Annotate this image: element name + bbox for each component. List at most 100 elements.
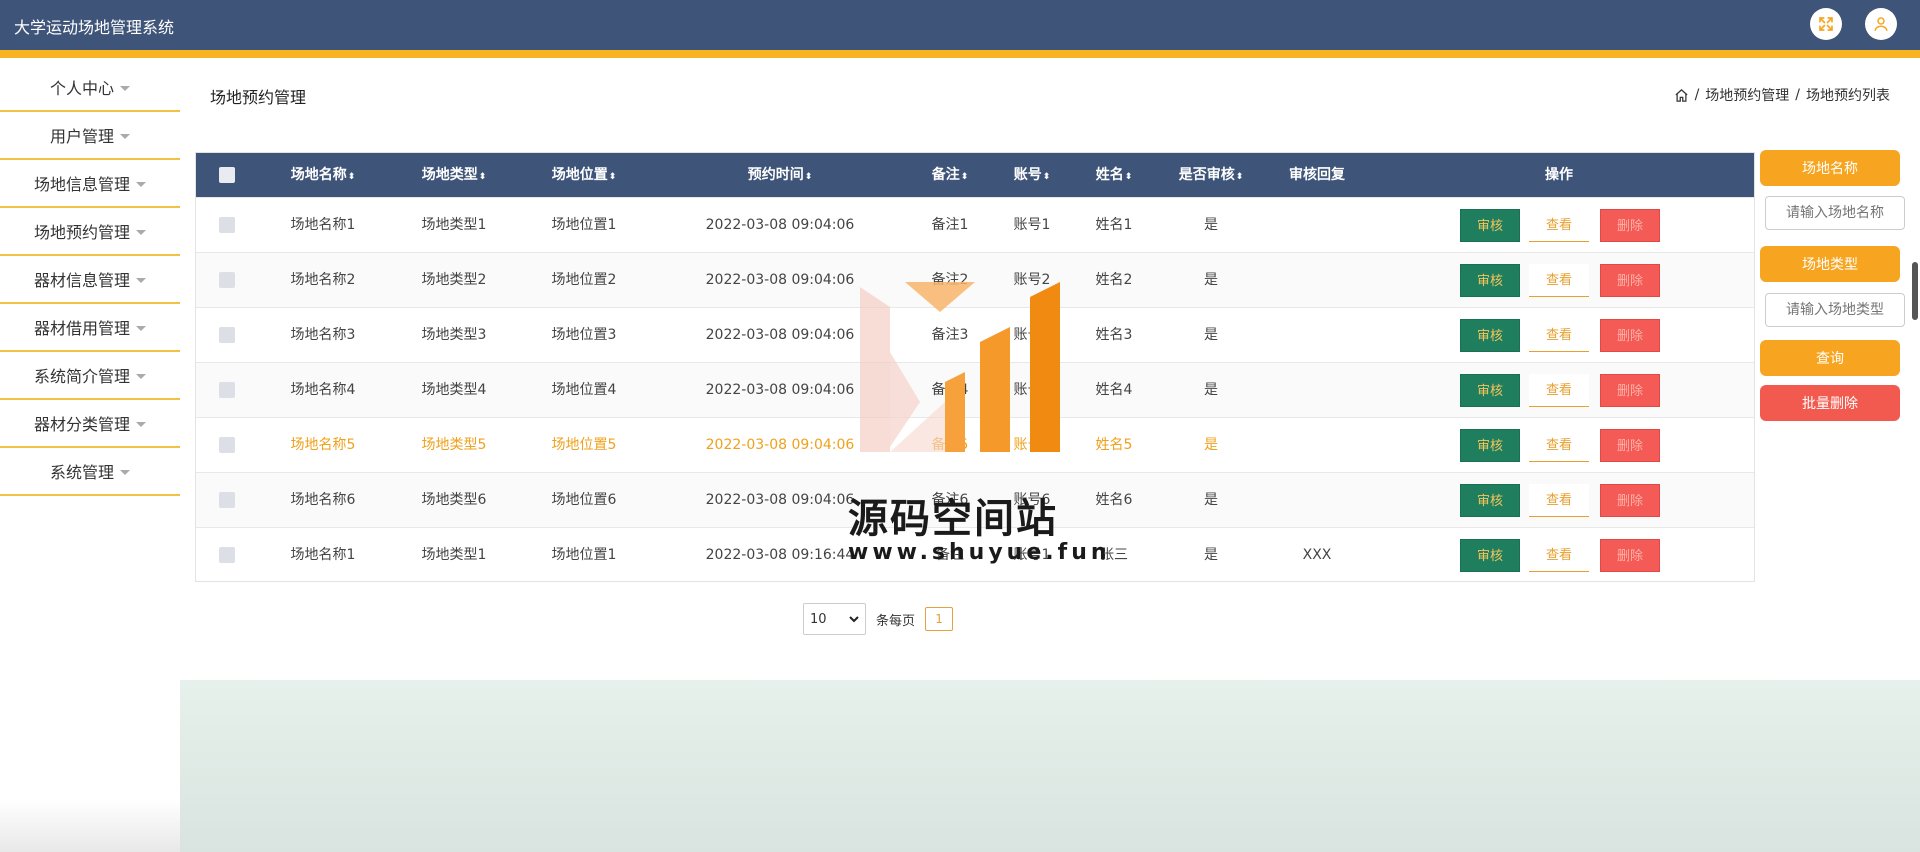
cell-venue-type: 场地类型2 [421, 272, 487, 288]
page-size-select[interactable]: 10 [803, 603, 866, 635]
chevron-down-icon [849, 616, 859, 623]
breadcrumb-separator: / [1795, 87, 1800, 103]
content-bottom-area [180, 680, 1920, 852]
audit-button[interactable]: 审核 [1460, 209, 1520, 242]
column-header-venue-type[interactable]: 场地类型⬍ [422, 153, 487, 197]
sidebar-item-system-intro[interactable]: 系统简介管理 [0, 352, 180, 400]
cell-venue-name: 场地名称2 [290, 272, 356, 288]
sidebar-item-personal-center[interactable]: 个人中心 [0, 64, 180, 112]
delete-button[interactable]: 删除 [1600, 539, 1660, 572]
page-title: 场地预约管理 [210, 88, 307, 107]
sidebar-item-equipment-borrow[interactable]: 器材借用管理 [0, 304, 180, 352]
sidebar-item-venue-booking[interactable]: 场地预约管理 [0, 208, 180, 256]
delete-button[interactable]: 删除 [1600, 374, 1660, 407]
row-checkbox[interactable] [219, 437, 235, 453]
scrollbar-thumb[interactable] [1912, 262, 1918, 320]
cell-booking-time: 2022-03-08 09:04:06 [705, 327, 855, 343]
delete-button[interactable]: 删除 [1600, 429, 1660, 462]
cell-booking-time: 2022-03-08 09:04:06 [705, 492, 855, 508]
audit-button[interactable]: 审核 [1460, 374, 1520, 407]
column-header-audited[interactable]: 是否审核⬍ [1179, 153, 1244, 197]
batch-delete-button[interactable]: 批量删除 [1760, 385, 1900, 421]
cell-venue-location: 场地位置6 [551, 492, 617, 508]
cell-venue-type: 场地类型5 [421, 437, 487, 453]
cell-audit-reply: XXX [1302, 547, 1332, 563]
breadcrumb-item-list: 场地预约列表 [1806, 88, 1890, 104]
cell-venue-name: 场地名称6 [290, 492, 356, 508]
cell-audited: 是 [1204, 382, 1218, 398]
view-button[interactable]: 查看 [1529, 539, 1589, 572]
delete-button[interactable]: 删除 [1600, 209, 1660, 242]
watermark-text: 源码空间站 [848, 496, 1058, 542]
view-button[interactable]: 查看 [1529, 264, 1589, 297]
breadcrumb-item-booking[interactable]: 场地预约管理 [1705, 85, 1789, 105]
cell-audited: 是 [1204, 217, 1218, 233]
home-icon[interactable] [1674, 88, 1689, 103]
cell-booking-time: 2022-03-08 09:04:06 [705, 437, 855, 453]
column-header-venue-location[interactable]: 场地位置⬍ [552, 153, 617, 197]
cell-venue-location: 场地位置5 [551, 437, 617, 453]
audit-button[interactable]: 审核 [1460, 429, 1520, 462]
sidebar-item-system-management[interactable]: 系统管理 [0, 448, 180, 496]
sidebar: 个人中心 用户管理 场地信息管理 场地预约管理 器材信息管理 器材借用管理 系统… [0, 64, 180, 496]
query-button[interactable]: 查询 [1760, 340, 1900, 376]
column-header-audit-reply: 审核回复 [1289, 167, 1345, 183]
audit-button[interactable]: 审核 [1460, 484, 1520, 517]
cell-venue-type: 场地类型1 [421, 547, 487, 563]
delete-button[interactable]: 删除 [1600, 484, 1660, 517]
view-button[interactable]: 查看 [1529, 429, 1589, 462]
sort-icon: ⬍ [1235, 172, 1244, 182]
cell-name: 姓名4 [1095, 382, 1133, 398]
caret-down-icon [136, 181, 146, 187]
caret-down-icon [136, 421, 146, 427]
cell-name: 姓名6 [1095, 492, 1133, 508]
delete-button[interactable]: 删除 [1600, 264, 1660, 297]
sort-icon: ⬍ [960, 172, 969, 182]
fullscreen-button[interactable] [1810, 8, 1842, 40]
row-checkbox[interactable] [219, 217, 235, 233]
sidebar-item-user-management[interactable]: 用户管理 [0, 112, 180, 160]
view-button[interactable]: 查看 [1529, 484, 1589, 517]
row-checkbox[interactable] [219, 492, 235, 508]
audit-button[interactable]: 审核 [1460, 539, 1520, 572]
row-checkbox[interactable] [219, 382, 235, 398]
column-header-account[interactable]: 账号⬍ [1014, 153, 1051, 197]
audit-button[interactable]: 审核 [1460, 319, 1520, 352]
sort-icon: ⬍ [478, 172, 487, 182]
venue-name-input[interactable] [1765, 196, 1905, 230]
user-icon [1874, 17, 1888, 31]
column-header-venue-name[interactable]: 场地名称⬍ [291, 153, 356, 197]
view-button[interactable]: 查看 [1529, 319, 1589, 352]
venue-type-label: 场地类型 [1760, 246, 1900, 282]
cell-remark: 备注1 [931, 217, 969, 233]
cell-venue-type: 场地类型1 [421, 217, 487, 233]
user-menu-button[interactable] [1865, 8, 1897, 40]
cell-venue-type: 场地类型6 [421, 492, 487, 508]
header-accent-stripe [0, 50, 1920, 58]
sidebar-item-equipment-info[interactable]: 器材信息管理 [0, 256, 180, 304]
column-header-name[interactable]: 姓名⬍ [1096, 153, 1133, 197]
cell-audited: 是 [1204, 492, 1218, 508]
delete-button[interactable]: 删除 [1600, 319, 1660, 352]
column-header-booking-time[interactable]: 预约时间⬍ [748, 153, 813, 197]
view-button[interactable]: 查看 [1529, 209, 1589, 242]
sidebar-item-equipment-category[interactable]: 器材分类管理 [0, 400, 180, 448]
cell-account: 账号1 [1013, 217, 1051, 233]
venue-type-input[interactable] [1765, 293, 1905, 327]
cell-venue-name: 场地名称5 [290, 437, 356, 453]
row-checkbox[interactable] [219, 547, 235, 563]
sidebar-item-venue-info[interactable]: 场地信息管理 [0, 160, 180, 208]
cell-venue-location: 场地位置1 [551, 547, 617, 563]
select-all-checkbox[interactable] [219, 167, 235, 183]
cell-venue-name: 场地名称1 [290, 547, 356, 563]
audit-button[interactable]: 审核 [1460, 264, 1520, 297]
column-header-remark[interactable]: 备注⬍ [932, 153, 969, 197]
view-button[interactable]: 查看 [1529, 374, 1589, 407]
watermark-url: www.shuyue.fun [848, 540, 1111, 565]
row-checkbox[interactable] [219, 327, 235, 343]
breadcrumb-separator: / [1694, 87, 1700, 103]
page-number-button[interactable]: 1 [925, 607, 954, 631]
caret-down-icon [120, 133, 130, 139]
table-row[interactable]: 场地名称1 场地类型1 场地位置1 2022-03-08 09:04:06 备注1 账号1… [196, 197, 1754, 252]
row-checkbox[interactable] [219, 272, 235, 288]
